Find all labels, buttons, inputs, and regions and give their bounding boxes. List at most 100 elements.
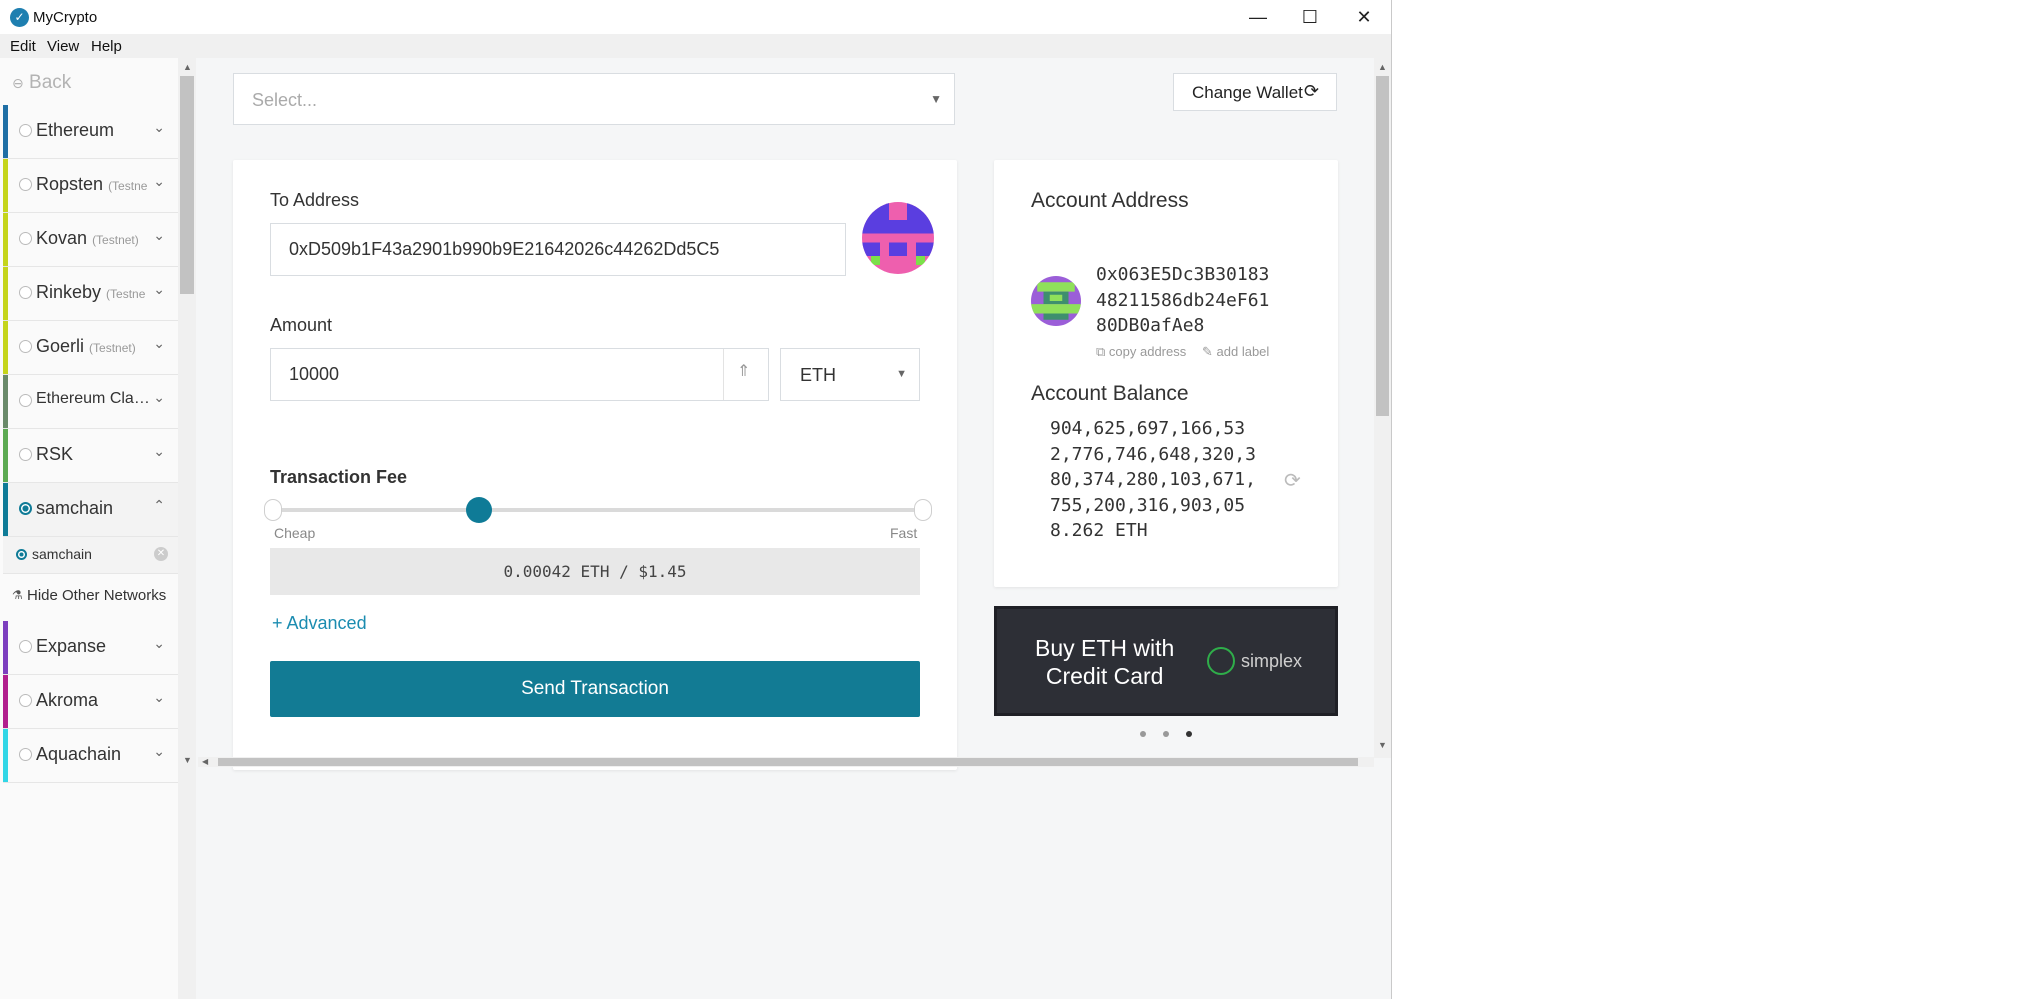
sidebar-scrollbar[interactable]: ▲ ▼	[178, 58, 196, 999]
add-label-button[interactable]: ✎ add label	[1202, 344, 1269, 360]
network-color-bar	[3, 321, 8, 374]
balance-line: 8.262 ETH	[1050, 520, 1148, 541]
network-name-text: Kovan	[36, 228, 88, 248]
sidebar-item-expanse[interactable]: Expanse ⌄	[3, 621, 178, 675]
close-button[interactable]: ✕	[1344, 4, 1384, 30]
copy-address-label: copy address	[1108, 344, 1187, 359]
refresh-icon: ⟳	[1304, 81, 1320, 101]
sidebar-item-kovan[interactable]: Kovan (Testnet) ⌄	[3, 213, 178, 267]
main-scrollbar[interactable]: ▲ ▼	[1374, 58, 1391, 758]
scroll-thumb[interactable]	[1376, 76, 1389, 416]
account-address-value: 0x063E5Dc3B30183 48211586db24eF61 80DB0a…	[1096, 262, 1269, 339]
network-name: Ethereum Cla…	[36, 390, 150, 408]
menu-view[interactable]: View	[47, 38, 79, 55]
unit-value: ETH	[800, 365, 836, 385]
network-color-bar	[3, 429, 8, 482]
amount-value: 10000	[289, 364, 340, 384]
network-sidebar: ⊖ Back Ethereum ⌄ Ropsten (Testne ⌄ Kova…	[0, 58, 179, 999]
chevron-down-icon[interactable]: ⌄	[153, 389, 165, 406]
network-name: samchain	[36, 498, 113, 519]
chevron-down-icon[interactable]: ⌄	[153, 119, 165, 136]
refresh-balance-icon[interactable]: ⟳	[1284, 468, 1301, 493]
send-transaction-button[interactable]: Send Transaction	[270, 661, 920, 717]
scroll-left-arrow-icon[interactable]: ◀	[202, 757, 208, 766]
sidebar-item-samchain[interactable]: samchain ⌃	[3, 483, 178, 537]
chevron-down-icon[interactable]: ⌄	[153, 443, 165, 460]
address-line: 0x063E5Dc3B30183	[1096, 264, 1270, 285]
buy-eth-promo[interactable]: Buy ETH with Credit Card simplex	[994, 606, 1338, 716]
simplex-brand: simplex	[1241, 651, 1303, 671]
flask-icon: ⚗	[12, 588, 23, 602]
pencil-icon: ✎	[1202, 344, 1213, 359]
chevron-down-icon[interactable]: ⌄	[153, 335, 165, 352]
promo-text: Buy ETH with Credit Card	[1035, 634, 1174, 690]
chevron-up-icon[interactable]: ⌃	[153, 497, 165, 514]
menu-edit[interactable]: Edit	[10, 38, 36, 55]
carousel-dot-active[interactable]	[1186, 731, 1192, 737]
horizontal-scrollbar[interactable]: ◀	[198, 757, 1374, 767]
to-address-input[interactable]: 0xD509b1F43a2901b990b9E21642026c44262Dd5…	[270, 223, 846, 276]
chevron-down-icon[interactable]: ⌄	[153, 635, 165, 652]
menu-help[interactable]: Help	[91, 38, 122, 55]
node-item-samchain[interactable]: samchain ✕	[3, 537, 178, 574]
network-name-text: Aquachain	[36, 744, 122, 764]
radio-icon[interactable]	[19, 394, 32, 407]
chevron-down-icon[interactable]: ⌄	[153, 173, 165, 190]
fee-slider-handle[interactable]	[466, 497, 492, 523]
hide-other-networks-button[interactable]: ⚗ Hide Other Networks	[3, 573, 178, 622]
radio-icon[interactable]	[19, 178, 32, 191]
radio-icon[interactable]	[19, 340, 32, 353]
radio-selected-icon[interactable]	[16, 549, 27, 560]
scroll-down-arrow-icon[interactable]: ▼	[183, 755, 192, 765]
sidebar-item-akroma[interactable]: Akroma ⌄	[3, 675, 178, 729]
chevron-down-icon[interactable]: ⌄	[153, 227, 165, 244]
scroll-thumb[interactable]	[180, 76, 194, 294]
carousel-dot[interactable]	[1163, 731, 1169, 737]
advanced-link[interactable]: + Advanced	[272, 613, 367, 634]
sidebar-item-ropsten[interactable]: Ropsten (Testne ⌄	[3, 159, 178, 213]
send-everything-button[interactable]: ⇑	[723, 349, 768, 400]
carousel-dot[interactable]	[1140, 731, 1146, 737]
change-wallet-button[interactable]: Change Wallet ⟳	[1173, 73, 1337, 111]
radio-selected-icon[interactable]	[19, 502, 32, 515]
scroll-up-arrow-icon[interactable]: ▲	[183, 62, 192, 72]
network-name-text: Ethereum	[36, 120, 115, 140]
sidebar-item-rinkeby[interactable]: Rinkeby (Testne ⌄	[3, 267, 178, 321]
chevron-down-icon[interactable]: ⌄	[153, 743, 165, 760]
sidebar-item-ethereum[interactable]: Ethereum ⌄	[3, 105, 178, 159]
chevron-down-icon[interactable]: ⌄	[153, 689, 165, 706]
network-name: RSK	[36, 444, 73, 465]
radio-icon[interactable]	[19, 694, 32, 707]
radio-icon[interactable]	[19, 286, 32, 299]
minimize-button[interactable]: —	[1238, 4, 1278, 30]
sidebar-item-ethereum-classic[interactable]: Ethereum Cla… ⌄	[3, 375, 178, 429]
sidebar-item-goerli[interactable]: Goerli (Testnet) ⌄	[3, 321, 178, 375]
radio-icon[interactable]	[19, 748, 32, 761]
unit-select[interactable]: ETH ▼	[780, 348, 920, 401]
amount-input[interactable]: 10000 ⇑	[270, 348, 769, 401]
radio-icon[interactable]	[19, 232, 32, 245]
network-name: Rinkeby (Testne	[36, 282, 145, 303]
wallet-select-placeholder: Select...	[252, 90, 318, 110]
wallet-select[interactable]: Select... ▼	[233, 73, 955, 125]
fee-fast-label: Fast	[890, 525, 918, 541]
back-button[interactable]: ⊖ Back	[12, 72, 71, 94]
chevron-down-icon[interactable]: ⌄	[153, 281, 165, 298]
caret-down-icon: ▼	[930, 92, 942, 106]
fee-slider-track[interactable]	[270, 508, 922, 512]
scroll-up-arrow-icon[interactable]: ▲	[1378, 62, 1387, 72]
scroll-thumb[interactable]	[218, 758, 1358, 766]
radio-icon[interactable]	[19, 124, 32, 137]
copy-address-button[interactable]: ⧉ copy address	[1096, 344, 1186, 360]
promo-line: Buy ETH with	[1035, 635, 1175, 661]
fee-display: 0.00042 ETH / $1.45	[270, 548, 920, 595]
remove-node-icon[interactable]: ✕	[154, 547, 168, 561]
sidebar-item-rsk[interactable]: RSK ⌄	[3, 429, 178, 483]
maximize-button[interactable]: ☐	[1290, 4, 1330, 30]
radio-icon[interactable]	[19, 448, 32, 461]
network-color-bar	[3, 159, 8, 212]
network-name-text: Ethereum Cla…	[36, 390, 150, 407]
radio-icon[interactable]	[19, 640, 32, 653]
sidebar-item-aquachain[interactable]: Aquachain ⌄	[3, 729, 178, 783]
scroll-down-arrow-icon[interactable]: ▼	[1378, 740, 1387, 750]
